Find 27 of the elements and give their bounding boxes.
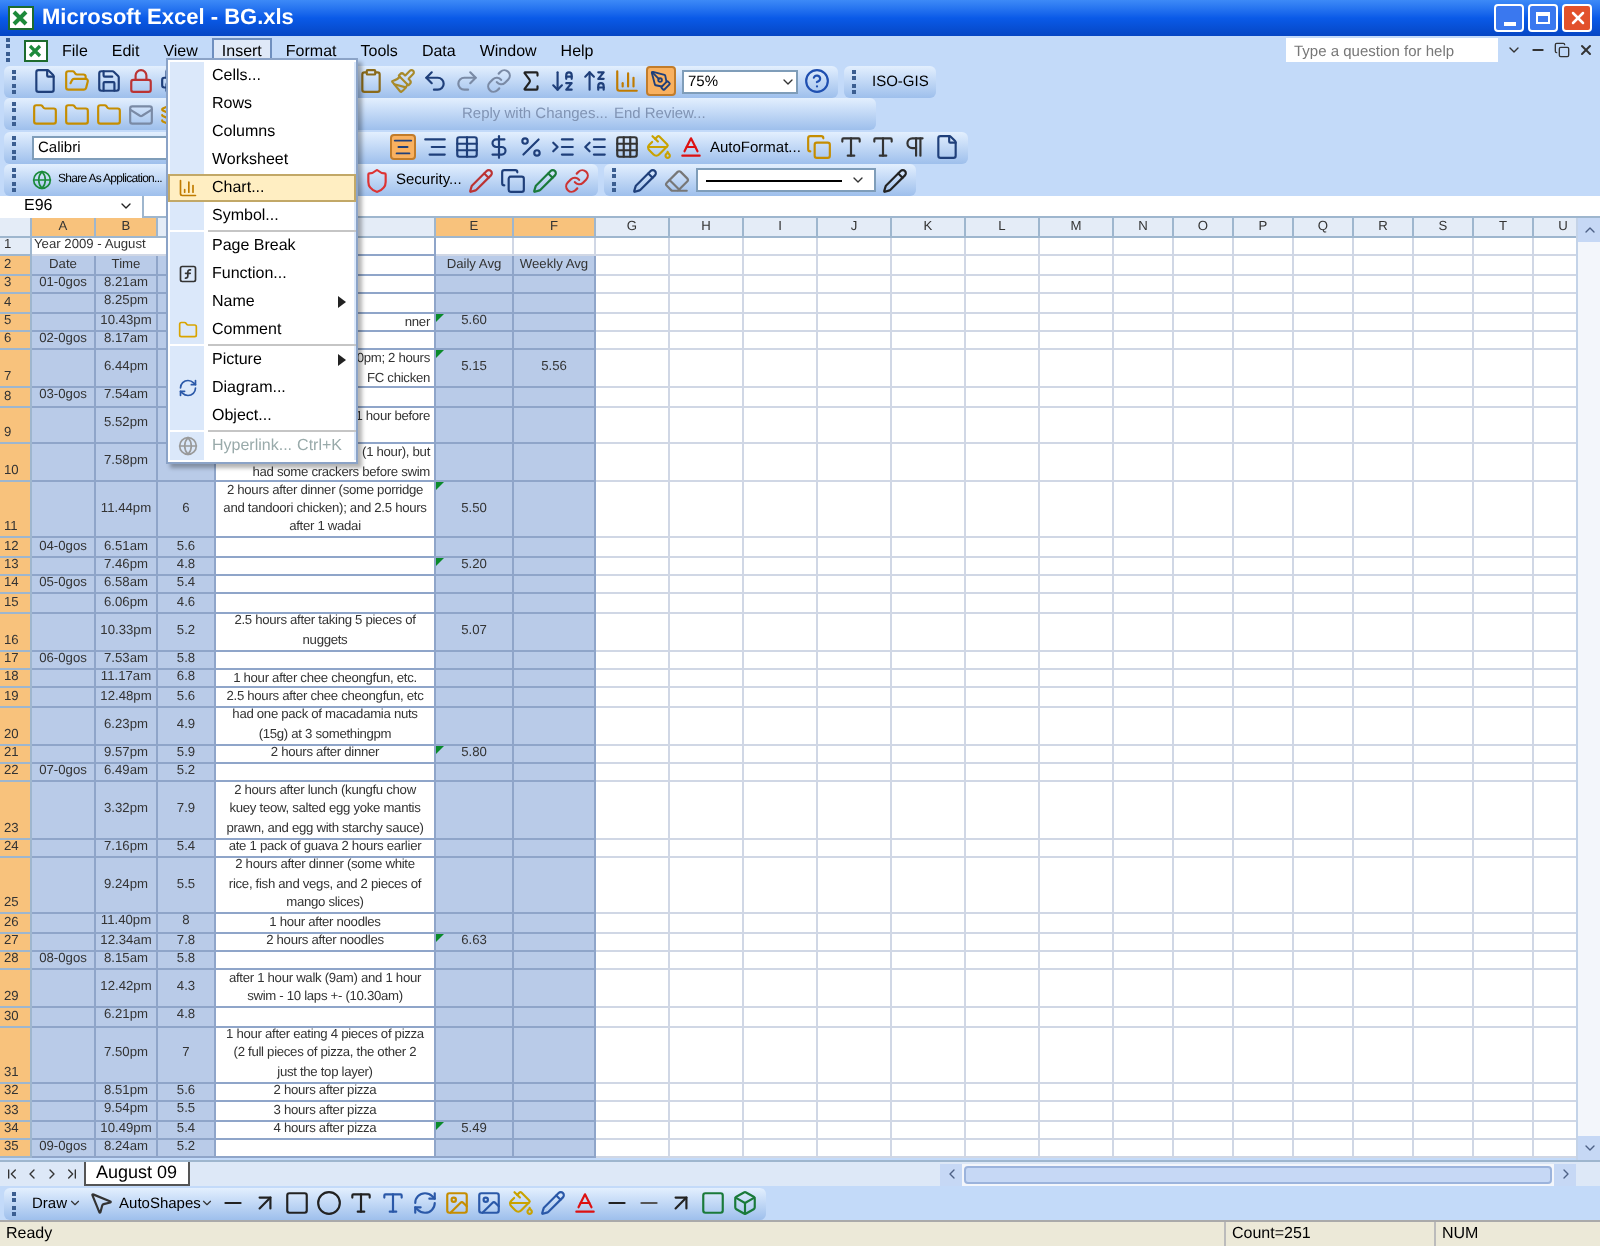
- menu-item[interactable]: Diagram...: [168, 374, 356, 402]
- menu-item[interactable]: Window: [469, 37, 547, 63]
- status-count: Count=251: [1224, 1222, 1434, 1246]
- menu-item[interactable]: Chart...: [168, 174, 356, 202]
- menu-item[interactable]: Name: [168, 288, 356, 316]
- sheet-tab[interactable]: August 09: [84, 1162, 190, 1186]
- menu-item[interactable]: Page Break: [168, 232, 356, 260]
- menu-item[interactable]: Picture: [168, 346, 356, 374]
- menu-item[interactable]: Cells...: [168, 62, 356, 90]
- menu-item[interactable]: Tools: [350, 37, 408, 63]
- menu-item[interactable]: Comment: [168, 316, 356, 346]
- menu-item[interactable]: View: [153, 37, 208, 63]
- menu-item[interactable]: Function...: [168, 260, 356, 288]
- menu-item[interactable]: Worksheet: [168, 146, 356, 174]
- status-text: Ready: [4, 1222, 55, 1246]
- menu-item[interactable]: Data: [411, 37, 466, 63]
- menu-item[interactable]: Object...: [168, 402, 356, 432]
- window-title: Microsoft Excel - BG.xls: [42, 3, 294, 34]
- menu-item[interactable]: Format: [275, 37, 347, 63]
- menu-item[interactable]: Rows: [168, 90, 356, 118]
- menu-item[interactable]: File: [52, 37, 98, 63]
- menu-item[interactable]: Columns: [168, 118, 356, 146]
- num-lock-indicator: NUM: [1434, 1222, 1514, 1246]
- menu-item[interactable]: Help: [550, 37, 604, 63]
- menu-item[interactable]: Edit: [101, 37, 150, 63]
- name-box[interactable]: E96: [0, 195, 144, 217]
- menu-item[interactable]: Symbol...: [168, 202, 356, 232]
